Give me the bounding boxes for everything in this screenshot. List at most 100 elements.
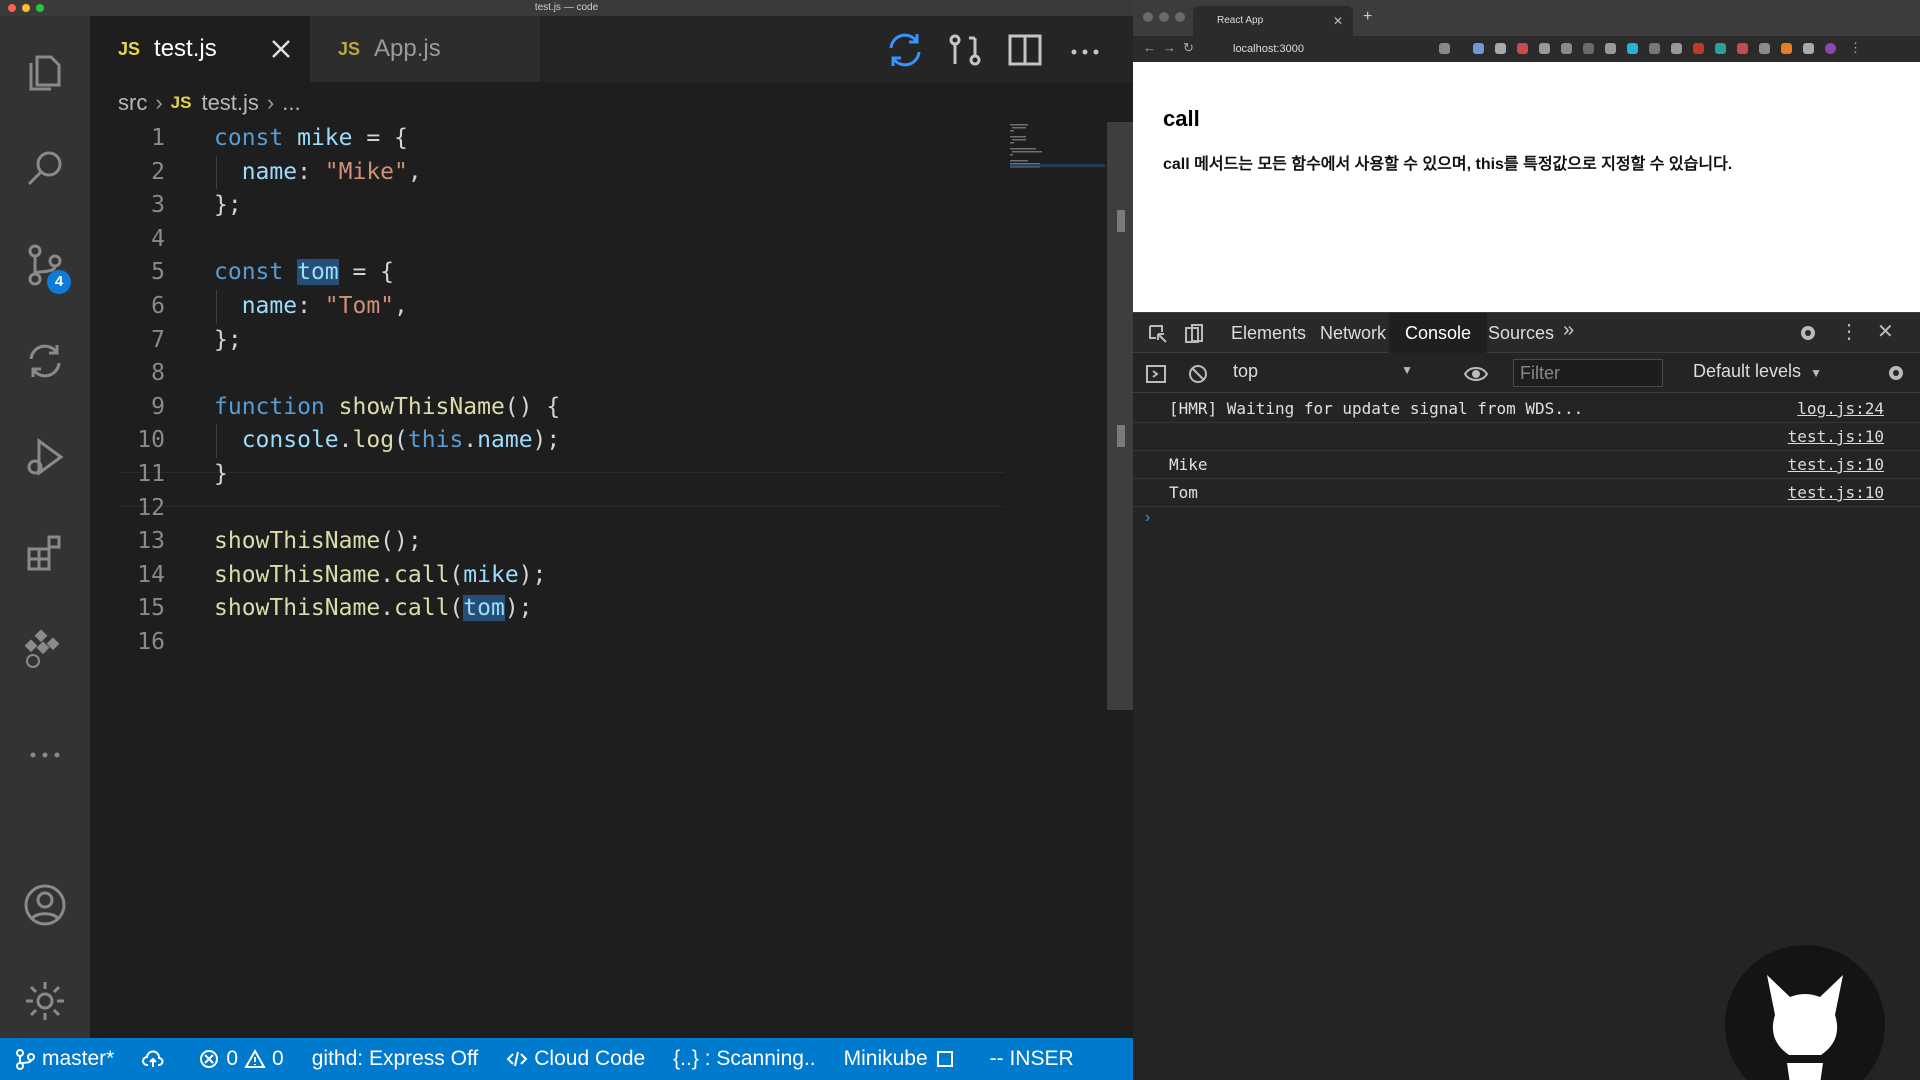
minimize-window-button[interactable]: [22, 4, 30, 12]
extension-icon[interactable]: [1715, 43, 1726, 54]
split-editor-icon[interactable]: [1005, 30, 1045, 70]
extension-icon[interactable]: [1693, 43, 1704, 54]
reload-icon[interactable]: ↻: [1183, 40, 1194, 56]
address-bar[interactable]: localhost:3000: [1217, 39, 1617, 59]
close-window-button[interactable]: [8, 4, 16, 12]
extension-icon[interactable]: [1583, 43, 1594, 54]
close-devtools-icon[interactable]: ✕: [1877, 319, 1894, 344]
extension-icon[interactable]: [1473, 43, 1484, 54]
console-settings-gear-icon[interactable]: [1885, 362, 1907, 384]
extension-icon[interactable]: [1671, 43, 1682, 54]
maximize-window-button[interactable]: [36, 4, 44, 12]
settings-gear-icon[interactable]: [1797, 322, 1819, 344]
tab-test-js[interactable]: JS test.js: [90, 16, 310, 82]
minimap[interactable]: [1010, 122, 1105, 182]
tab-app-js[interactable]: JS App.js: [310, 16, 540, 82]
context-selector[interactable]: top ▼: [1233, 361, 1413, 387]
extension-icon[interactable]: [1517, 43, 1528, 54]
line-number: 1: [151, 125, 165, 151]
open-changes-icon[interactable]: [945, 30, 985, 70]
githd-status[interactable]: githd: Express Off: [312, 1047, 479, 1071]
message-source-link[interactable]: log.js:24: [1797, 395, 1884, 423]
puzzle-icon[interactable]: [1803, 43, 1814, 54]
run-debug-icon[interactable]: [0, 422, 90, 492]
browser-tab-react-app[interactable]: React App ✕: [1193, 6, 1353, 36]
code-line[interactable]: 9 function showThisName() {: [90, 391, 990, 424]
close-window-button[interactable]: [1143, 12, 1153, 22]
code-line[interactable]: 13 showThisName();: [90, 525, 990, 558]
back-icon[interactable]: ←: [1143, 40, 1156, 55]
inspect-element-icon[interactable]: [1147, 323, 1169, 345]
console-prompt[interactable]: ›: [1145, 509, 1150, 527]
message-source-link[interactable]: test.js:10: [1788, 423, 1884, 451]
settings-gear-icon[interactable]: [0, 966, 90, 1036]
problems-status[interactable]: 0 0: [198, 1047, 284, 1071]
line-number: 2: [151, 158, 165, 185]
live-expression-eye-icon[interactable]: [1463, 363, 1489, 385]
tab-network[interactable]: Network: [1304, 313, 1402, 353]
message-source-link[interactable]: test.js:10: [1788, 479, 1884, 507]
sync-changes-icon[interactable]: [885, 30, 925, 70]
minimize-window-button[interactable]: [1159, 12, 1169, 22]
new-tab-icon[interactable]: +: [1363, 8, 1372, 26]
code-line[interactable]: 12: [90, 492, 990, 525]
extension-icon[interactable]: [1649, 43, 1660, 54]
scanning-status[interactable]: {..} : Scanning..: [673, 1047, 815, 1071]
code-line[interactable]: 1 const mike = {: [90, 122, 990, 155]
code-editor[interactable]: 1 const mike = {2 name: "Mike", 3}; 4 5 const…: [90, 122, 1105, 1030]
breadcrumb-file[interactable]: test.js: [201, 90, 258, 116]
extension-icon[interactable]: [1561, 43, 1572, 54]
close-icon[interactable]: [270, 38, 292, 60]
code-line[interactable]: 3};: [90, 189, 990, 222]
branch-status[interactable]: master*: [14, 1047, 114, 1071]
forward-icon[interactable]: →: [1163, 40, 1176, 55]
minikube-status[interactable]: Minikube: [844, 1047, 962, 1071]
clear-console-icon[interactable]: [1187, 363, 1209, 385]
code-line[interactable]: 11}: [90, 458, 990, 491]
extension-icon[interactable]: [1737, 43, 1748, 54]
code-line[interactable]: 7};: [90, 324, 990, 357]
extensions-icon[interactable]: [0, 518, 90, 588]
device-toolbar-icon[interactable]: [1183, 323, 1205, 345]
sidebar-toggle-icon[interactable]: [1145, 363, 1167, 385]
error-icon: [200, 1050, 219, 1068]
code-line[interactable]: 5 const tom = {: [90, 256, 990, 289]
tab-sources[interactable]: Sources: [1472, 313, 1570, 353]
kebab-menu-icon[interactable]: ⋮: [1839, 319, 1859, 344]
more-icon[interactable]: [0, 720, 90, 790]
code-line[interactable]: 14 showThisName.call(mike);: [90, 559, 990, 592]
extension-icon[interactable]: [1539, 43, 1550, 54]
breadcrumb-folder[interactable]: src: [118, 90, 147, 116]
files-icon[interactable]: [0, 38, 90, 108]
extension-icon[interactable]: [1627, 43, 1638, 54]
filter-input[interactable]: Filter: [1513, 359, 1663, 387]
log-levels-dropdown[interactable]: Default levels ▼: [1693, 361, 1822, 382]
sync-icon[interactable]: [0, 326, 90, 396]
code-line[interactable]: 2 name: "Mike",: [90, 156, 990, 189]
profile-avatar[interactable]: [1825, 43, 1836, 54]
source-control-icon[interactable]: 4: [0, 230, 90, 300]
code-line[interactable]: 4: [90, 223, 990, 256]
extension-icon[interactable]: [1439, 43, 1450, 54]
code-line[interactable]: 8: [90, 357, 990, 390]
menu-icon[interactable]: ⋮: [1849, 40, 1862, 56]
breadcrumb-more[interactable]: ...: [282, 90, 300, 116]
code-line[interactable]: 16: [90, 626, 990, 659]
sync-status[interactable]: [142, 1048, 170, 1070]
maximize-window-button[interactable]: [1175, 12, 1185, 22]
code-line[interactable]: 15 showThisName.call(tom);: [90, 592, 990, 625]
extension-icon[interactable]: [1781, 43, 1792, 54]
more-actions-icon[interactable]: [1065, 30, 1105, 70]
code-line[interactable]: 6 name: "Tom",: [90, 290, 990, 323]
extension-icon[interactable]: [1759, 43, 1770, 54]
kubernetes-icon[interactable]: [0, 614, 90, 684]
close-tab-icon[interactable]: ✕: [1333, 6, 1343, 36]
code-line[interactable]: 10 console.log(this.name);: [90, 424, 990, 457]
extension-icon[interactable]: [1605, 43, 1616, 54]
cloud-code-status[interactable]: Cloud Code: [506, 1047, 645, 1071]
message-source-link[interactable]: test.js:10: [1788, 451, 1884, 479]
more-tabs-icon[interactable]: »: [1563, 319, 1574, 342]
extension-icon[interactable]: [1495, 43, 1506, 54]
account-icon[interactable]: [0, 870, 90, 940]
search-icon[interactable]: [0, 134, 90, 204]
